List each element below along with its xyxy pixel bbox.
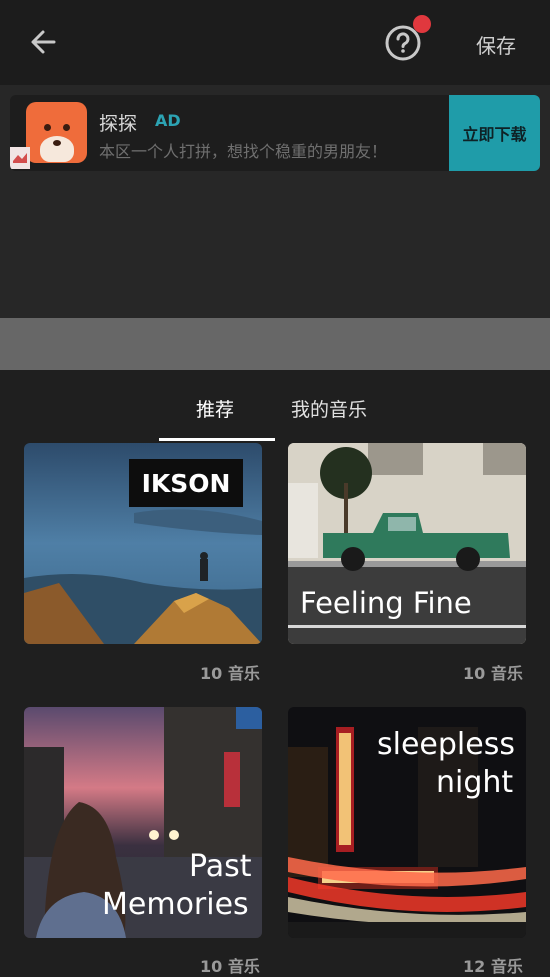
playlist-card-ikson[interactable]: IKSON xyxy=(24,443,262,644)
tab-underline xyxy=(159,438,275,441)
top-bar xyxy=(0,0,550,85)
sheet-overlay xyxy=(0,318,550,370)
playlist-title: Feeling Fine xyxy=(300,586,472,620)
playlist-card-sleepless-night[interactable]: sleepless night xyxy=(288,707,526,938)
playlist-card-feeling-fine[interactable]: Feeling Fine xyxy=(288,443,526,644)
playlist-count: 10 音乐 xyxy=(200,957,260,976)
playlist-count: 10 音乐 xyxy=(463,664,523,683)
ad-tag: AD xyxy=(155,111,181,130)
playlist-title-line1: sleepless xyxy=(377,727,515,762)
playlist-count: 10 音乐 xyxy=(200,664,260,683)
tab-recommended[interactable]: 推荐 xyxy=(196,395,234,422)
ad-download-button[interactable]: 立即下载 xyxy=(449,95,540,171)
tab-my-music[interactable]: 我的音乐 xyxy=(291,395,367,422)
playlist-title-line2: night xyxy=(436,765,514,800)
back-arrow-icon[interactable] xyxy=(24,22,64,62)
ad-app-logo xyxy=(26,102,87,163)
playlist-card-past-memories[interactable]: Past Memories xyxy=(24,707,262,938)
playlist-title-line1: Past xyxy=(189,849,252,884)
ad-banner[interactable]: 探探 AD 本区一个人打拼，想找个稳重的男朋友！ 立即下载 xyxy=(10,95,540,171)
ad-description: 本区一个人打拼，想找个稳重的男朋友！ xyxy=(99,142,388,161)
playlist-title: IKSON xyxy=(129,459,243,507)
playlist-title-line2: Memories xyxy=(102,887,249,922)
notification-dot xyxy=(413,15,431,33)
ad-source-icon xyxy=(10,147,30,169)
ad-title: 探探 xyxy=(99,113,138,135)
playlist-count: 12 音乐 xyxy=(463,957,523,976)
save-button[interactable]: 保存 xyxy=(476,30,516,59)
